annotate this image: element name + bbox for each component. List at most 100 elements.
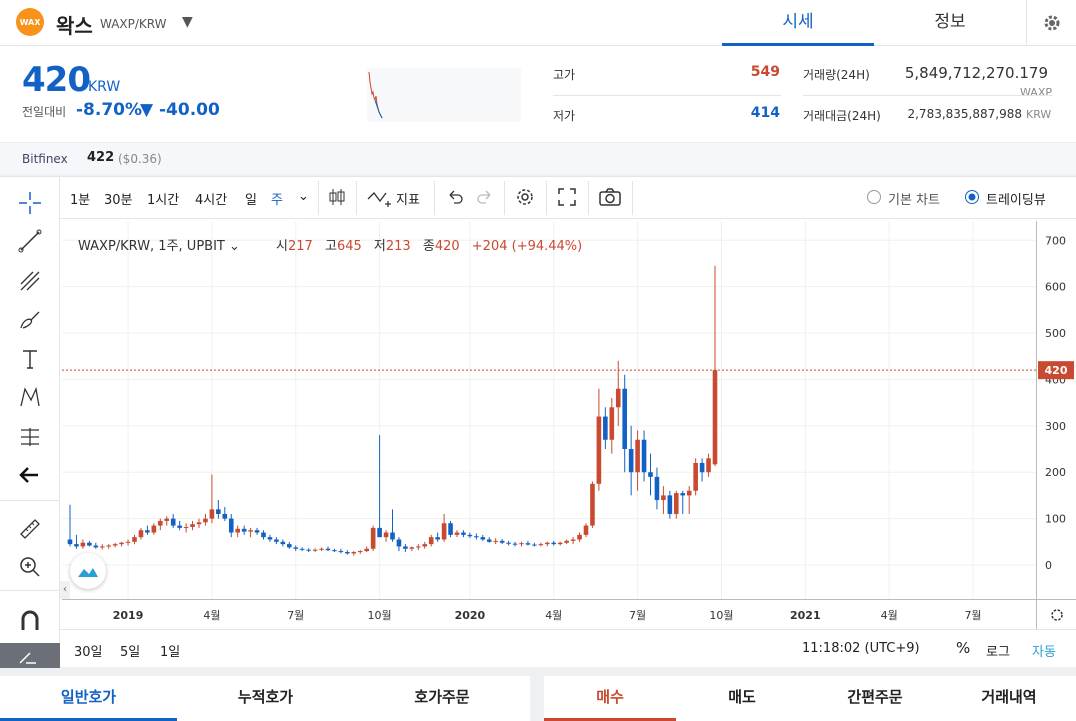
redo-icon[interactable]: [476, 187, 494, 211]
interval-30m[interactable]: 30분: [104, 189, 133, 208]
clock-time[interactable]: 11:18:02 (UTC+9): [802, 641, 920, 656]
change-amount: ▼ -40.00: [140, 100, 220, 120]
exchange-name[interactable]: Bitfinex: [22, 152, 68, 166]
tab-cumulative-orderbook[interactable]: 누적호가: [177, 676, 354, 721]
candle-body: [87, 542, 92, 546]
trendline-icon[interactable]: [12, 223, 48, 259]
tab-general-orderbook[interactable]: 일반호가: [0, 676, 177, 721]
y-tick-label: 200: [1045, 466, 1066, 479]
tradingview-label[interactable]: 트레이딩뷰: [986, 189, 1046, 208]
coin-logo-icon: WAX: [16, 8, 44, 36]
interval-day[interactable]: 일: [245, 189, 257, 208]
fib-icon[interactable]: [12, 263, 48, 299]
auto-toggle[interactable]: 자동: [1032, 641, 1056, 660]
low-label: 저가: [553, 109, 576, 123]
indicator-label[interactable]: 지표: [396, 189, 420, 208]
collapse-toolbar-icon[interactable]: ‹: [60, 581, 70, 599]
candle-body: [441, 523, 447, 540]
divider: [0, 590, 60, 591]
candle-body: [577, 534, 582, 540]
tradingview-logo-icon[interactable]: [70, 553, 106, 589]
candle-body: [570, 539, 576, 541]
tab-quick-order[interactable]: 간편주문: [808, 676, 942, 721]
candle-body: [596, 416, 602, 484]
exchange-bar: Bitfinex 422 ($0.36): [0, 142, 1076, 174]
range-5d[interactable]: 5일: [120, 641, 140, 660]
candle-body: [164, 518, 170, 521]
undo-icon[interactable]: [446, 187, 464, 211]
candle-body: [461, 532, 466, 535]
fullscreen-icon[interactable]: [556, 186, 578, 212]
percent-toggle[interactable]: %: [956, 639, 970, 657]
exchange-usd: ($0.36): [118, 152, 162, 166]
candle-body: [196, 522, 202, 525]
basic-chart-radio[interactable]: [866, 189, 882, 209]
chevron-down-icon[interactable]: ⌄: [225, 239, 244, 254]
volume-label: 거래량(24H): [803, 68, 870, 82]
volume-value: 5,849,712,270.179: [904, 64, 1048, 82]
axis-settings-icon[interactable]: [1036, 599, 1076, 629]
candle-body: [525, 543, 531, 545]
candle-body: [151, 525, 157, 533]
basic-chart-label[interactable]: 기본 차트: [888, 189, 940, 208]
legend-symbol[interactable]: WAXP/KRW, 1주, UPBIT: [78, 239, 225, 254]
pattern-icon[interactable]: [12, 379, 48, 415]
chevron-down-icon[interactable]: ▼: [182, 14, 193, 30]
legend-low-label: 저: [373, 239, 386, 254]
interval-4h[interactable]: 4시간: [195, 189, 227, 208]
camera-icon[interactable]: [598, 186, 622, 212]
interval-1h[interactable]: 1시간: [147, 189, 179, 208]
time-axis[interactable]: 2019 4월 7월 10월 2020 4월 7월 10월 2021 4월 7월: [62, 599, 1036, 629]
lock-drawings-icon[interactable]: [0, 643, 60, 668]
candle-body: [699, 462, 705, 473]
candle-body: [119, 542, 124, 545]
arrow-left-icon[interactable]: [12, 457, 48, 493]
candle-body: [132, 537, 137, 542]
candle-body: [274, 539, 279, 542]
tab-orderbook-order[interactable]: 호가주문: [354, 676, 530, 721]
measure-icon[interactable]: [12, 419, 48, 455]
prev-day-label: 전일대비: [22, 105, 67, 119]
gear-icon[interactable]: [514, 186, 536, 212]
indicator-icon[interactable]: [366, 187, 394, 211]
divider: [504, 181, 505, 215]
ruler-icon[interactable]: [12, 511, 48, 547]
gear-icon[interactable]: [1026, 0, 1076, 46]
crosshair-icon[interactable]: [12, 185, 48, 221]
x-tick-label: 10월: [368, 609, 392, 622]
interval-1m[interactable]: 1분: [70, 189, 90, 208]
candle-body: [112, 544, 118, 546]
candle-body: [280, 541, 286, 545]
tab-trade-history[interactable]: 거래내역: [942, 676, 1076, 721]
range-1d[interactable]: 1일: [160, 641, 180, 660]
tab-info[interactable]: 정보: [874, 0, 1026, 46]
candle-body: [345, 552, 350, 554]
x-tick-label: 2019: [113, 609, 144, 622]
candle-type-icon[interactable]: [328, 187, 346, 211]
candle-body: [299, 548, 305, 550]
magnet-icon[interactable]: [12, 603, 48, 639]
brush-icon[interactable]: [12, 303, 48, 339]
candle-body: [370, 527, 376, 549]
zoom-in-icon[interactable]: [12, 549, 48, 585]
tab-sell[interactable]: 매도: [676, 676, 808, 721]
text-icon[interactable]: [12, 341, 48, 377]
y-tick-label: 100: [1045, 513, 1066, 526]
tab-quote[interactable]: 시세: [722, 0, 874, 46]
candle-body: [364, 548, 369, 552]
interval-week[interactable]: 주: [271, 189, 283, 208]
log-toggle[interactable]: 로그: [986, 641, 1010, 660]
candle-body: [686, 490, 692, 496]
chart-toolbar: 1분 30분 1시간 4시간 일 주 ⌄ 지표 기본 차트 트레이딩뷰: [60, 177, 1076, 219]
tab-buy[interactable]: 매수: [544, 676, 676, 721]
app-root: WAX 왁스 WAXP/KRW ▼ 시세 정보 420 KRW 전일대비 -8.…: [0, 0, 1076, 721]
price-axis[interactable]: 0100200300400500600700420: [1036, 221, 1076, 599]
candle-body: [267, 537, 273, 540]
range-30d[interactable]: 30일: [74, 641, 103, 660]
x-tick-label: 7월: [629, 609, 646, 622]
tradingview-radio[interactable]: [964, 189, 980, 209]
candle-body: [590, 483, 595, 526]
candle-body: [183, 526, 189, 528]
candlestick-chart[interactable]: [62, 221, 1036, 599]
chevron-down-icon[interactable]: ⌄: [298, 189, 309, 204]
